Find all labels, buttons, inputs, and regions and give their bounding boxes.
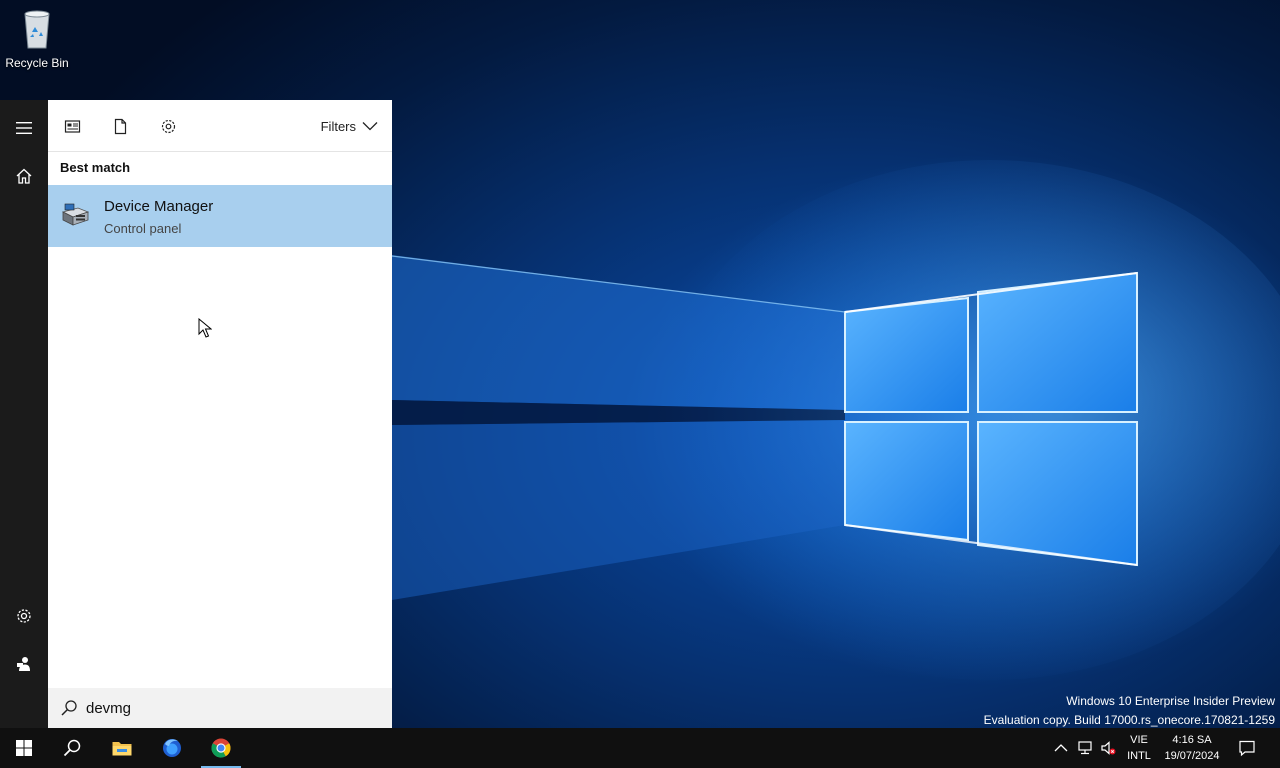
- volume-muted-icon: [1101, 741, 1116, 755]
- show-hidden-icons-button[interactable]: [1051, 738, 1071, 758]
- document-icon: [114, 118, 126, 134]
- action-center-button[interactable]: [1232, 728, 1262, 768]
- taskbar: VIE INTL 4:16 SA 19/07/2024: [0, 728, 1280, 768]
- search-icon: [63, 739, 81, 757]
- hamburger-menu-button[interactable]: [0, 104, 48, 152]
- home-icon: [16, 168, 32, 184]
- taskbar-clock[interactable]: 4:16 SA 19/07/2024: [1158, 732, 1226, 764]
- taskbar-search-button[interactable]: [48, 728, 96, 768]
- network-tray-button[interactable]: [1075, 738, 1095, 758]
- chrome-icon: [211, 738, 231, 758]
- watermark-edition: Windows 10 Enterprise Insider Preview: [1066, 694, 1275, 708]
- volume-tray-button[interactable]: [1098, 738, 1118, 758]
- search-result-device-manager[interactable]: Device Manager Control panel: [48, 185, 392, 338]
- search-box[interactable]: [48, 688, 392, 728]
- gear-icon: [17, 609, 31, 623]
- filters-label: Filters: [320, 118, 356, 134]
- taskbar-file-explorer[interactable]: [98, 728, 146, 768]
- chevron-up-icon: [1054, 744, 1068, 752]
- scope-documents-button[interactable]: [108, 114, 132, 138]
- search-results-panel: Filters Best match Device Manager Contro…: [48, 100, 392, 728]
- notification-icon: [1239, 740, 1255, 757]
- device-manager-icon: [61, 203, 90, 226]
- user-icon: [17, 657, 30, 671]
- search-input[interactable]: [86, 696, 376, 720]
- taskbar-firefox[interactable]: [148, 728, 196, 768]
- start-nav-rail: [0, 100, 48, 728]
- gear-icon: [161, 119, 175, 133]
- filters-button[interactable]: Filters: [321, 115, 378, 137]
- user-account-button[interactable]: [0, 640, 48, 688]
- firefox-icon: [163, 739, 181, 757]
- network-icon: [1078, 741, 1092, 755]
- file-explorer-icon: [112, 742, 132, 756]
- windows-watermark: Windows 10 Enterprise Insider Preview Ev…: [984, 692, 1275, 728]
- search-icon: [61, 700, 77, 716]
- start-button[interactable]: [0, 728, 48, 768]
- apps-icon: [64, 119, 80, 133]
- recycle-bin-icon: [24, 10, 50, 49]
- result-subtitle: Control panel: [104, 221, 182, 236]
- recycle-bin[interactable]: Recycle Bin: [4, 6, 70, 78]
- clock-date: 19/07/2024: [1164, 750, 1220, 762]
- home-button[interactable]: [0, 152, 48, 200]
- windows-logo-icon: [16, 740, 32, 756]
- recycle-bin-label: Recycle Bin: [5, 56, 69, 70]
- scope-settings-button[interactable]: [156, 114, 180, 138]
- result-title: Device Manager: [104, 198, 214, 215]
- hamburger-menu-icon: [16, 122, 32, 134]
- taskbar-chrome[interactable]: [197, 728, 245, 768]
- scope-apps-button[interactable]: [60, 114, 84, 138]
- clock-time: 4:16 SA: [1172, 734, 1212, 746]
- keyboard-layout: INTL: [1127, 750, 1151, 762]
- settings-button[interactable]: [0, 592, 48, 640]
- language-code: VIE: [1130, 734, 1148, 746]
- mouse-cursor-icon: [198, 318, 212, 338]
- watermark-build: Evaluation copy. Build 17000.rs_onecore.…: [983, 713, 1275, 727]
- input-language-indicator[interactable]: VIE INTL: [1124, 732, 1154, 764]
- best-match-header: Best match: [60, 160, 131, 175]
- chevron-down-icon: [362, 122, 378, 131]
- search-scope-bar: Filters: [48, 100, 392, 152]
